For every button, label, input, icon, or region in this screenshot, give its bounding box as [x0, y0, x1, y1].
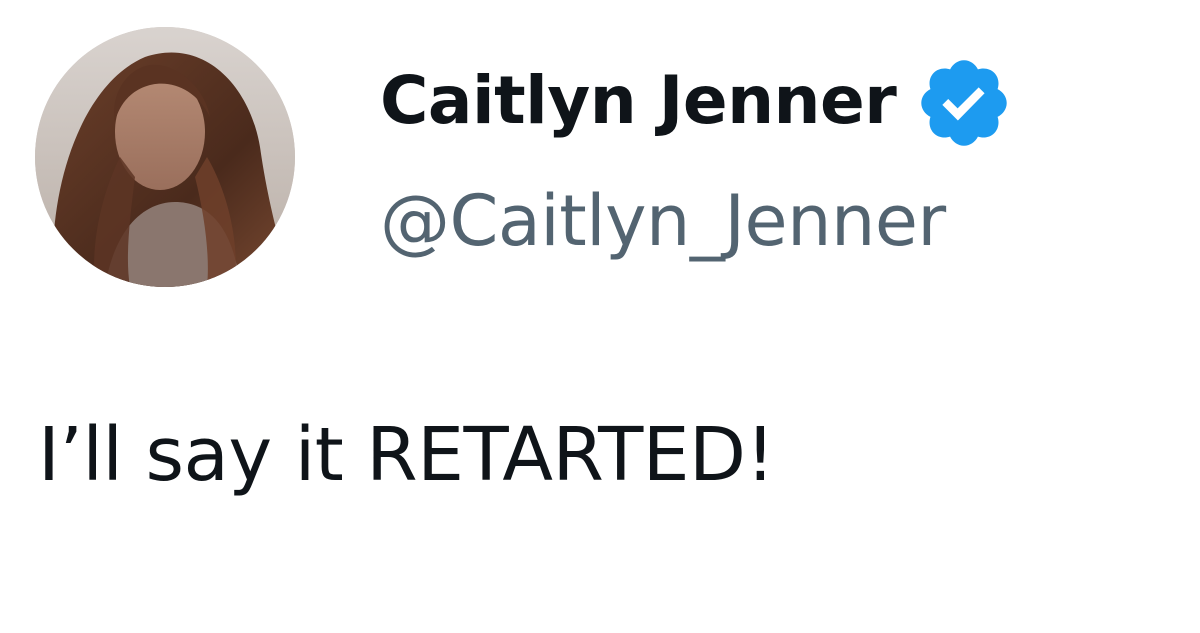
display-name[interactable]: Caitlyn Jenner [380, 68, 897, 134]
tweet-text: I’ll say it RETARTED! [38, 412, 775, 498]
author-name-row: Caitlyn Jenner [380, 56, 1014, 146]
avatar[interactable] [35, 27, 295, 287]
verified-badge-icon [914, 53, 1014, 153]
tweet-card: Caitlyn Jenner @Caitlyn_Jenner I’ll say … [0, 0, 1200, 633]
user-handle[interactable]: @Caitlyn_Jenner [380, 186, 946, 256]
avatar-photo [35, 27, 295, 287]
